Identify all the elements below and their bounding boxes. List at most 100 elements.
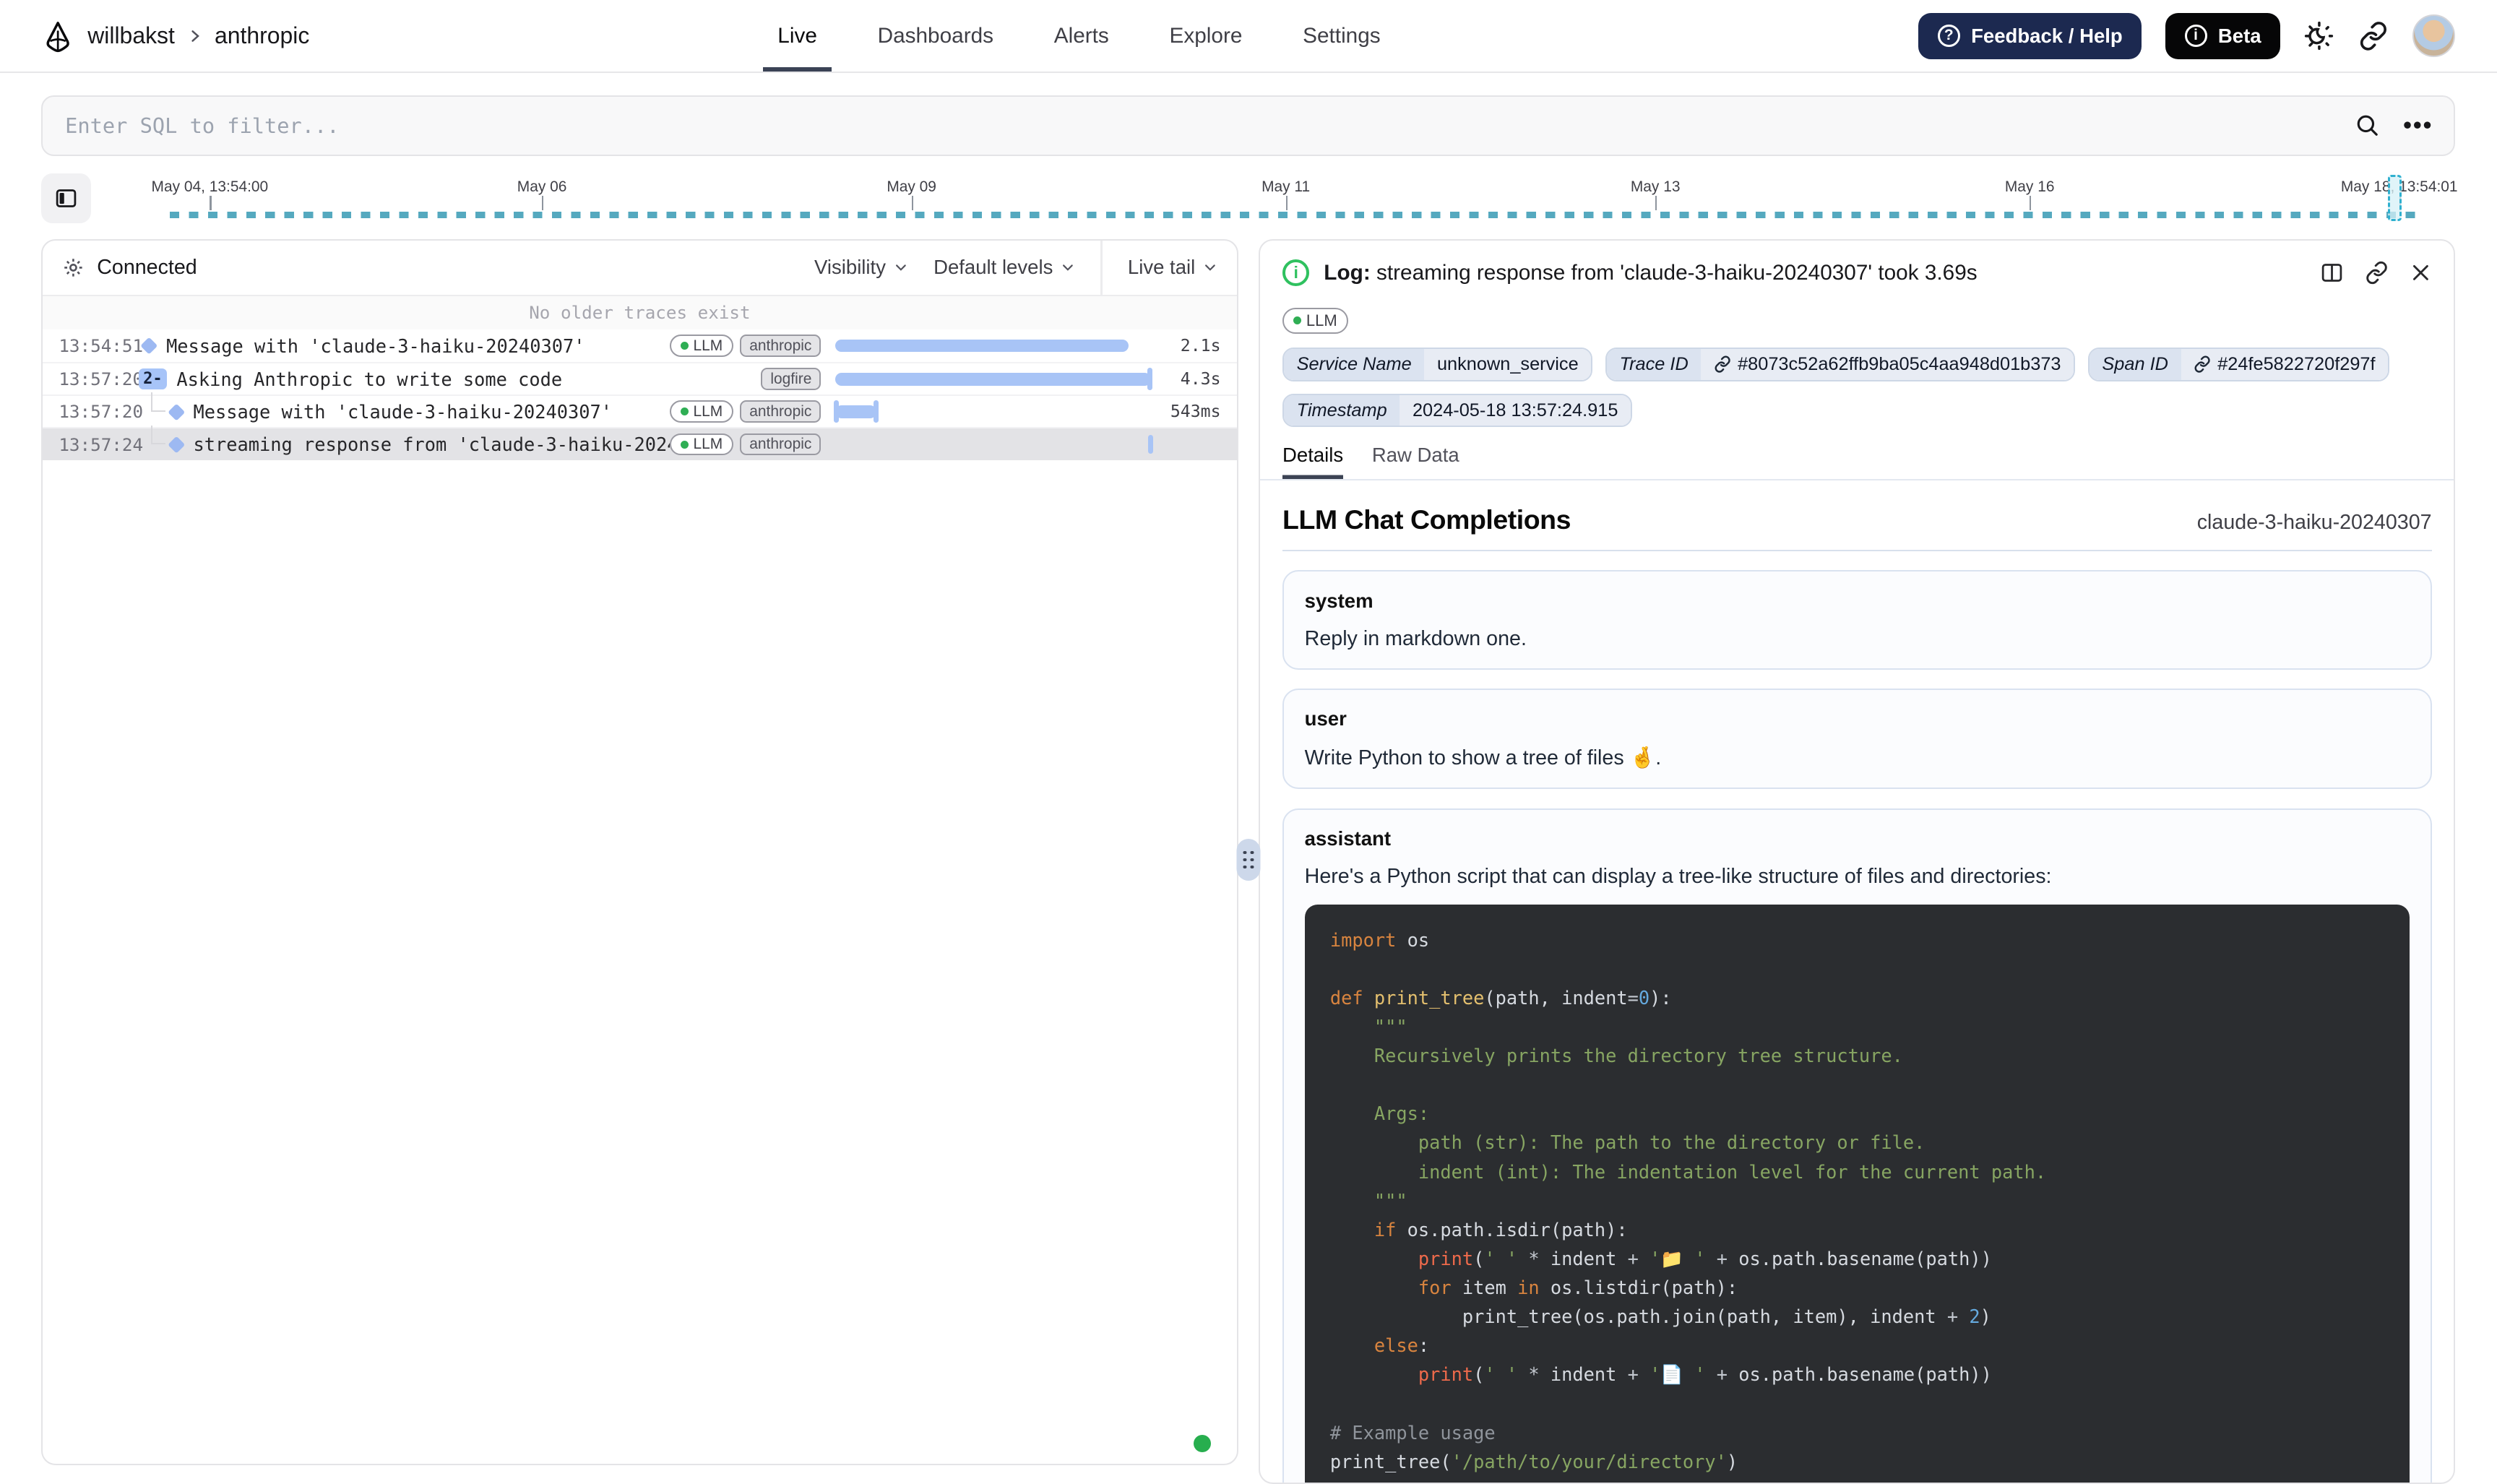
chip-key: Service Name [1284, 349, 1424, 379]
log-detail-header: i Log: streaming response from 'claude-3… [1260, 241, 2454, 293]
duration-bar-area [835, 399, 1154, 424]
breadcrumb: willbakst anthropic [41, 20, 309, 53]
default-levels-dropdown[interactable]: Default levels [933, 256, 1075, 279]
trace-time: 13:57:20 [59, 368, 138, 389]
tab-live[interactable]: Live [775, 0, 820, 72]
duration-bar [835, 373, 1150, 386]
chip-key: Trace ID [1607, 349, 1701, 379]
section-title: LLM Chat Completions [1282, 504, 1571, 535]
trace-row[interactable]: 13:54:51 Message with 'claude-3-haiku-20… [43, 329, 1236, 362]
panel-layout-icon[interactable] [2320, 261, 2344, 285]
timeline-label: May 13 [1631, 178, 1681, 196]
timeline-tick [542, 196, 543, 210]
trace-time: 13:57:20 [59, 401, 138, 422]
duration-bar [835, 405, 876, 418]
sql-filter-input[interactable] [41, 95, 2455, 156]
user-avatar[interactable] [2412, 14, 2456, 58]
trace-list-panel: Connected Visibility Default levels Live… [41, 239, 1238, 1465]
llm-badge: LLM [670, 335, 734, 357]
gear-icon[interactable] [62, 256, 85, 279]
trace-row[interactable]: 13:57:20 2- Asking Anthropic to write so… [43, 362, 1236, 394]
trace-message: Asking Anthropic to write some code [176, 368, 562, 390]
chip-value: 2024-05-18 13:57:24.915 [1400, 395, 1631, 426]
close-icon[interactable] [2410, 262, 2432, 284]
message-content: Reply in markdown one. [1305, 627, 2410, 651]
log-title-text: streaming response from 'claude-3-haiku-… [1376, 261, 1978, 285]
tab-dashboards[interactable]: Dashboards [874, 0, 996, 72]
llm-badge: LLM [1282, 308, 1348, 333]
visibility-label: Visibility [814, 256, 886, 279]
timeline-tick [912, 196, 913, 210]
timeline-dashed-track [170, 212, 2423, 218]
beta-label: Beta [2218, 25, 2261, 48]
more-options-icon[interactable]: ••• [2403, 118, 2433, 134]
beta-button[interactable]: i Beta [2165, 13, 2280, 59]
share-link-icon[interactable] [2358, 21, 2389, 51]
message-role: user [1305, 707, 2410, 730]
trace-time: 13:54:51 [59, 335, 138, 356]
anthropic-badge: anthropic [740, 433, 821, 456]
trace-duration: 2.1s [1160, 337, 1237, 355]
search-icon[interactable] [2354, 112, 2381, 139]
trace-message: Message with 'claude-3-haiku-20240307' [166, 335, 585, 357]
info-circle-icon: i [2185, 25, 2207, 47]
visibility-dropdown[interactable]: Visibility [814, 256, 908, 279]
live-tail-dropdown[interactable]: Live tail [1128, 256, 1217, 279]
duration-bar-area [835, 366, 1154, 392]
message-content: Here's a Python script that can display … [1305, 865, 2410, 889]
nav-actions: ? Feedback / Help i Beta [1918, 13, 2455, 59]
tab-alerts[interactable]: Alerts [1051, 0, 1112, 72]
chat-messages: system Reply in markdown one. user Write… [1260, 551, 2454, 1484]
main-content: Connected Visibility Default levels Live… [41, 239, 2455, 1484]
trace-time: 13:57:24 [59, 434, 138, 455]
trace-row[interactable]: 13:57:20 Message with 'claude-3-haiku-20… [43, 394, 1236, 427]
log-detail-panel: i Log: streaming response from 'claude-3… [1259, 239, 2455, 1484]
feedback-help-button[interactable]: ? Feedback / Help [1918, 13, 2142, 59]
panel-resize-handle[interactable] [1236, 839, 1260, 880]
logfire-badge: logfire [761, 368, 821, 390]
sidebar-toggle-button[interactable] [41, 173, 90, 223]
log-tags: LLM [1260, 293, 2454, 337]
span-id-chip[interactable]: Span ID #24fe5822720f297f [2088, 348, 2389, 381]
timeline-selection-marker[interactable] [2388, 175, 2402, 221]
green-dot-icon [681, 441, 689, 449]
copy-link-icon[interactable] [2365, 261, 2389, 285]
duration-bar [1148, 435, 1153, 454]
python-code-block[interactable]: import os def print_tree(path, indent=0)… [1305, 905, 2410, 1484]
service-name-chip: Service Name unknown_service [1282, 348, 1592, 381]
chevron-down-icon [1061, 260, 1075, 275]
no-older-traces-notice: No older traces exist [43, 296, 1236, 329]
logfire-logo-icon[interactable] [41, 20, 74, 53]
anthropic-badge: anthropic [740, 400, 821, 423]
trace-duration: 543ms [1160, 402, 1237, 421]
collapse-children-badge[interactable]: 2- [139, 368, 168, 389]
chip-value: unknown_service [1424, 349, 1591, 379]
drag-dots-icon [1243, 851, 1254, 868]
duration-bar-area [835, 333, 1154, 358]
live-tail-label: Live tail [1128, 256, 1195, 279]
model-name: claude-3-haiku-20240307 [2197, 511, 2432, 535]
timeline[interactable]: May 04, 13:54:00 May 06 May 09 May 11 Ma… [116, 173, 2456, 226]
timeline-label: May 06 [517, 178, 567, 196]
timeline-tick [1286, 196, 1288, 210]
tree-connector [151, 392, 165, 411]
timeline-label: May 11 [1262, 178, 1310, 196]
span-diamond-icon [168, 436, 184, 452]
feedback-help-label: Feedback / Help [1971, 25, 2123, 48]
tab-explore[interactable]: Explore [1166, 0, 1246, 72]
tab-settings[interactable]: Settings [1300, 0, 1384, 72]
message-role: system [1305, 590, 2410, 613]
trace-id-chip[interactable]: Trace ID #8073c52a62ffb9ba05c4aa948d01b3… [1605, 348, 2075, 381]
trace-row-selected[interactable]: 13:57:24 streaming response from 'claude… [43, 427, 1236, 460]
theme-toggle-icon[interactable] [2304, 21, 2334, 51]
sql-filter-bar: ••• [41, 95, 2455, 156]
tab-raw-data[interactable]: Raw Data [1372, 444, 1459, 480]
breadcrumb-org[interactable]: willbakst [87, 22, 175, 49]
chip-value: #24fe5822720f297f [2217, 354, 2375, 375]
message-role: assistant [1305, 827, 2410, 850]
connection-status: Connected [97, 256, 197, 280]
divider [1100, 240, 1102, 295]
tab-details[interactable]: Details [1282, 444, 1343, 480]
span-diamond-icon [141, 337, 158, 354]
breadcrumb-project[interactable]: anthropic [215, 22, 309, 49]
